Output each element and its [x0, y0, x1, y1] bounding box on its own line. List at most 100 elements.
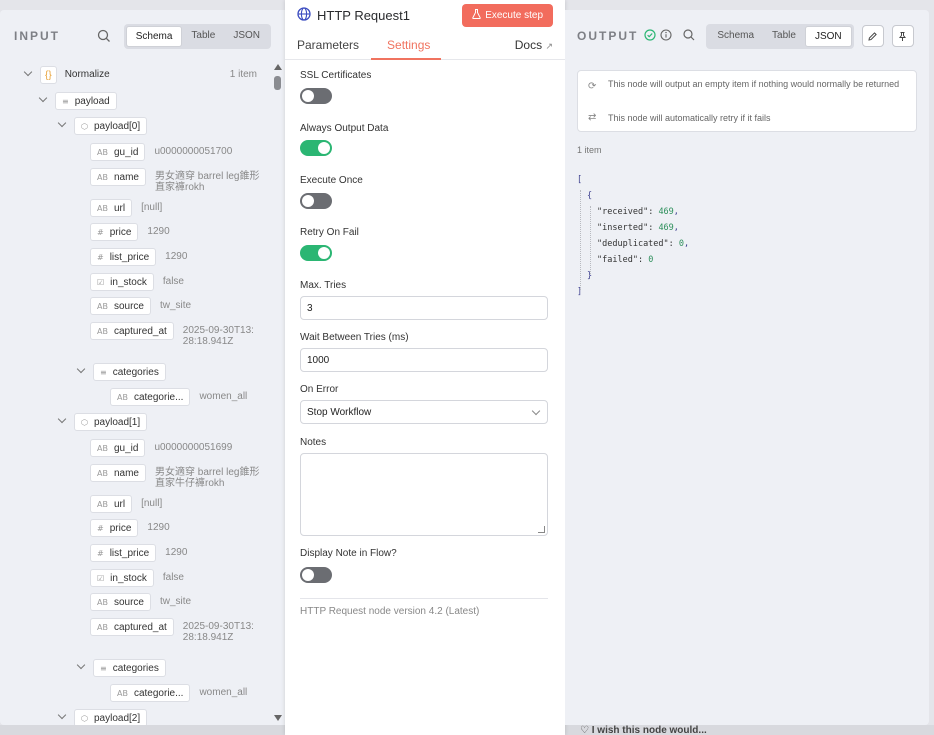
scrollbar-thumb[interactable] — [274, 76, 281, 90]
tree-node-payload[interactable]: ≡ payload — [37, 92, 117, 110]
payload-1-pill: ⬡ payload[1] — [74, 413, 148, 431]
execute-once-label: Execute Once — [300, 175, 363, 186]
external-link-icon: ↗ — [545, 40, 553, 51]
field-pill[interactable]: AB name — [90, 168, 146, 186]
chevron-down-icon[interactable] — [56, 711, 68, 723]
wait-between-input[interactable]: 1000 — [300, 348, 548, 372]
feedback-hint[interactable]: ♡ I wish this node would... — [580, 725, 707, 735]
tab-settings[interactable]: Settings — [387, 38, 430, 52]
field-pill[interactable]: # list_price — [90, 544, 157, 562]
chevron-down-icon[interactable] — [75, 365, 87, 377]
chevron-down-icon[interactable] — [75, 661, 87, 673]
ssl-toggle[interactable] — [300, 88, 332, 104]
scroll-up-icon[interactable] — [274, 64, 282, 70]
info-icon[interactable] — [660, 28, 672, 44]
always-output-toggle[interactable] — [300, 140, 332, 156]
chevron-down-icon[interactable] — [22, 68, 34, 80]
json-key: deduplicated — [602, 239, 664, 249]
tree-node-payload-0[interactable]: ⬡ payload[0] — [56, 117, 148, 135]
field-name: name — [113, 467, 139, 479]
input-scrollbar[interactable] — [271, 62, 285, 725]
notes-textarea[interactable] — [300, 453, 548, 536]
tree-node-categories[interactable]: ≡ categories — [75, 363, 166, 381]
search-icon[interactable] — [94, 26, 114, 46]
root-item-count: 1 item — [229, 69, 257, 80]
on-error-select[interactable]: Stop Workflow — [300, 400, 548, 424]
payload-label: payload — [74, 95, 110, 107]
edit-pencil-icon[interactable] — [861, 25, 884, 47]
execute-step-button[interactable]: Execute step — [462, 3, 553, 27]
max-tries-value: 3 — [307, 302, 313, 314]
chevron-down-icon[interactable] — [56, 119, 68, 131]
chevron-down-icon[interactable] — [56, 415, 68, 427]
json-line[interactable]: "deduplicated": 0, — [577, 236, 689, 252]
field-pill[interactable]: ☑ in_stock — [90, 273, 154, 291]
field-name: price — [109, 226, 132, 238]
retry-on-fail-label: Retry On Fail — [300, 227, 359, 238]
chevron-down-icon[interactable] — [37, 94, 49, 106]
field-value: 2025-09-30T13:28:18.941Z — [182, 621, 254, 643]
wait-between-label: Wait Between Tries (ms) — [300, 332, 409, 343]
field-pill[interactable]: # list_price — [90, 248, 157, 266]
tree-node-categories[interactable]: ≡ categories — [75, 659, 166, 677]
categories-label: categories — [112, 662, 159, 674]
field-pill[interactable]: AB captured_at — [90, 618, 174, 636]
json-line[interactable]: "received": 469, — [577, 204, 689, 220]
field-value: 1290 — [165, 251, 188, 262]
field-row: AB gu_id u0000000051700 — [90, 143, 232, 161]
field-name: source — [113, 596, 144, 608]
field-pill[interactable]: AB gu_id — [90, 143, 146, 161]
field-value: 男女適穿 barrel leg錐形 直家牛仔褲rokh — [154, 467, 260, 489]
search-icon[interactable] — [682, 28, 696, 45]
input-tab-schema[interactable]: Schema — [125, 25, 183, 47]
schema-tree: {} Normalize 1 item ≡ payload ⬡ payload[0]… — [0, 62, 270, 725]
retry-on-fail-toggle[interactable] — [300, 245, 332, 261]
cube-icon: ⬡ — [81, 417, 88, 427]
field-pill[interactable]: AB name — [90, 464, 146, 482]
display-note-toggle[interactable] — [300, 567, 332, 583]
field-pill[interactable]: ☑ in_stock — [90, 569, 154, 587]
payload-1-label: payload[1] — [93, 416, 141, 428]
resize-grip-icon[interactable] — [538, 526, 545, 533]
field-pill[interactable]: AB source — [90, 297, 151, 315]
field-name: gu_id — [113, 442, 139, 454]
pin-icon[interactable] — [891, 25, 914, 47]
field-pill[interactable]: AB source — [90, 593, 151, 611]
input-tab-json[interactable]: JSON — [224, 26, 269, 47]
json-line[interactable]: "inserted": 469, — [577, 220, 689, 236]
tree-node-root[interactable]: {} Normalize — [22, 66, 110, 84]
type-icon: AB — [97, 622, 108, 632]
scroll-down-icon[interactable] — [274, 715, 282, 721]
max-tries-input[interactable]: 3 — [300, 296, 548, 320]
field-pill[interactable]: AB gu_id — [90, 439, 146, 457]
field-pill[interactable]: # price — [90, 223, 139, 241]
field-pill[interactable]: AB url — [90, 199, 133, 217]
json-key: received — [602, 207, 644, 217]
field-name: in_stock — [110, 572, 147, 584]
field-pill[interactable]: AB categorie... — [110, 388, 191, 406]
field-pill[interactable]: AB captured_at — [90, 322, 174, 340]
docs-link[interactable]: Docs ↗ — [515, 38, 553, 52]
output-tab-schema[interactable]: Schema — [708, 26, 763, 47]
node-title[interactable]: HTTP Request1 — [317, 8, 410, 23]
tab-parameters[interactable]: Parameters — [297, 38, 359, 52]
output-tab-json[interactable]: JSON — [804, 25, 852, 47]
input-tab-table[interactable]: Table — [182, 26, 224, 47]
json-line[interactable]: "failed": 0 — [577, 252, 689, 268]
json-value: 469 — [658, 223, 674, 233]
type-icon: AB — [97, 172, 108, 182]
field-row: AB source tw_site — [90, 297, 191, 315]
field-pill[interactable]: AB url — [90, 495, 133, 513]
field-pill[interactable]: AB categorie... — [110, 684, 191, 702]
notice-retry: This node will automatically retry if it… — [608, 113, 771, 123]
field-row: AB gu_id u0000000051699 — [90, 439, 232, 457]
execute-once-toggle[interactable] — [300, 193, 332, 209]
tree-node-payload-2[interactable]: ⬡ payload[2] — [56, 709, 148, 725]
field-pill[interactable]: # price — [90, 519, 139, 537]
json-key: failed — [602, 255, 633, 265]
input-title: INPUT — [14, 29, 60, 43]
output-tab-table[interactable]: Table — [763, 26, 805, 47]
field-name: list_price — [109, 547, 150, 559]
execute-step-label: Execute step — [485, 9, 543, 21]
tree-node-payload-1[interactable]: ⬡ payload[1] — [56, 413, 148, 431]
